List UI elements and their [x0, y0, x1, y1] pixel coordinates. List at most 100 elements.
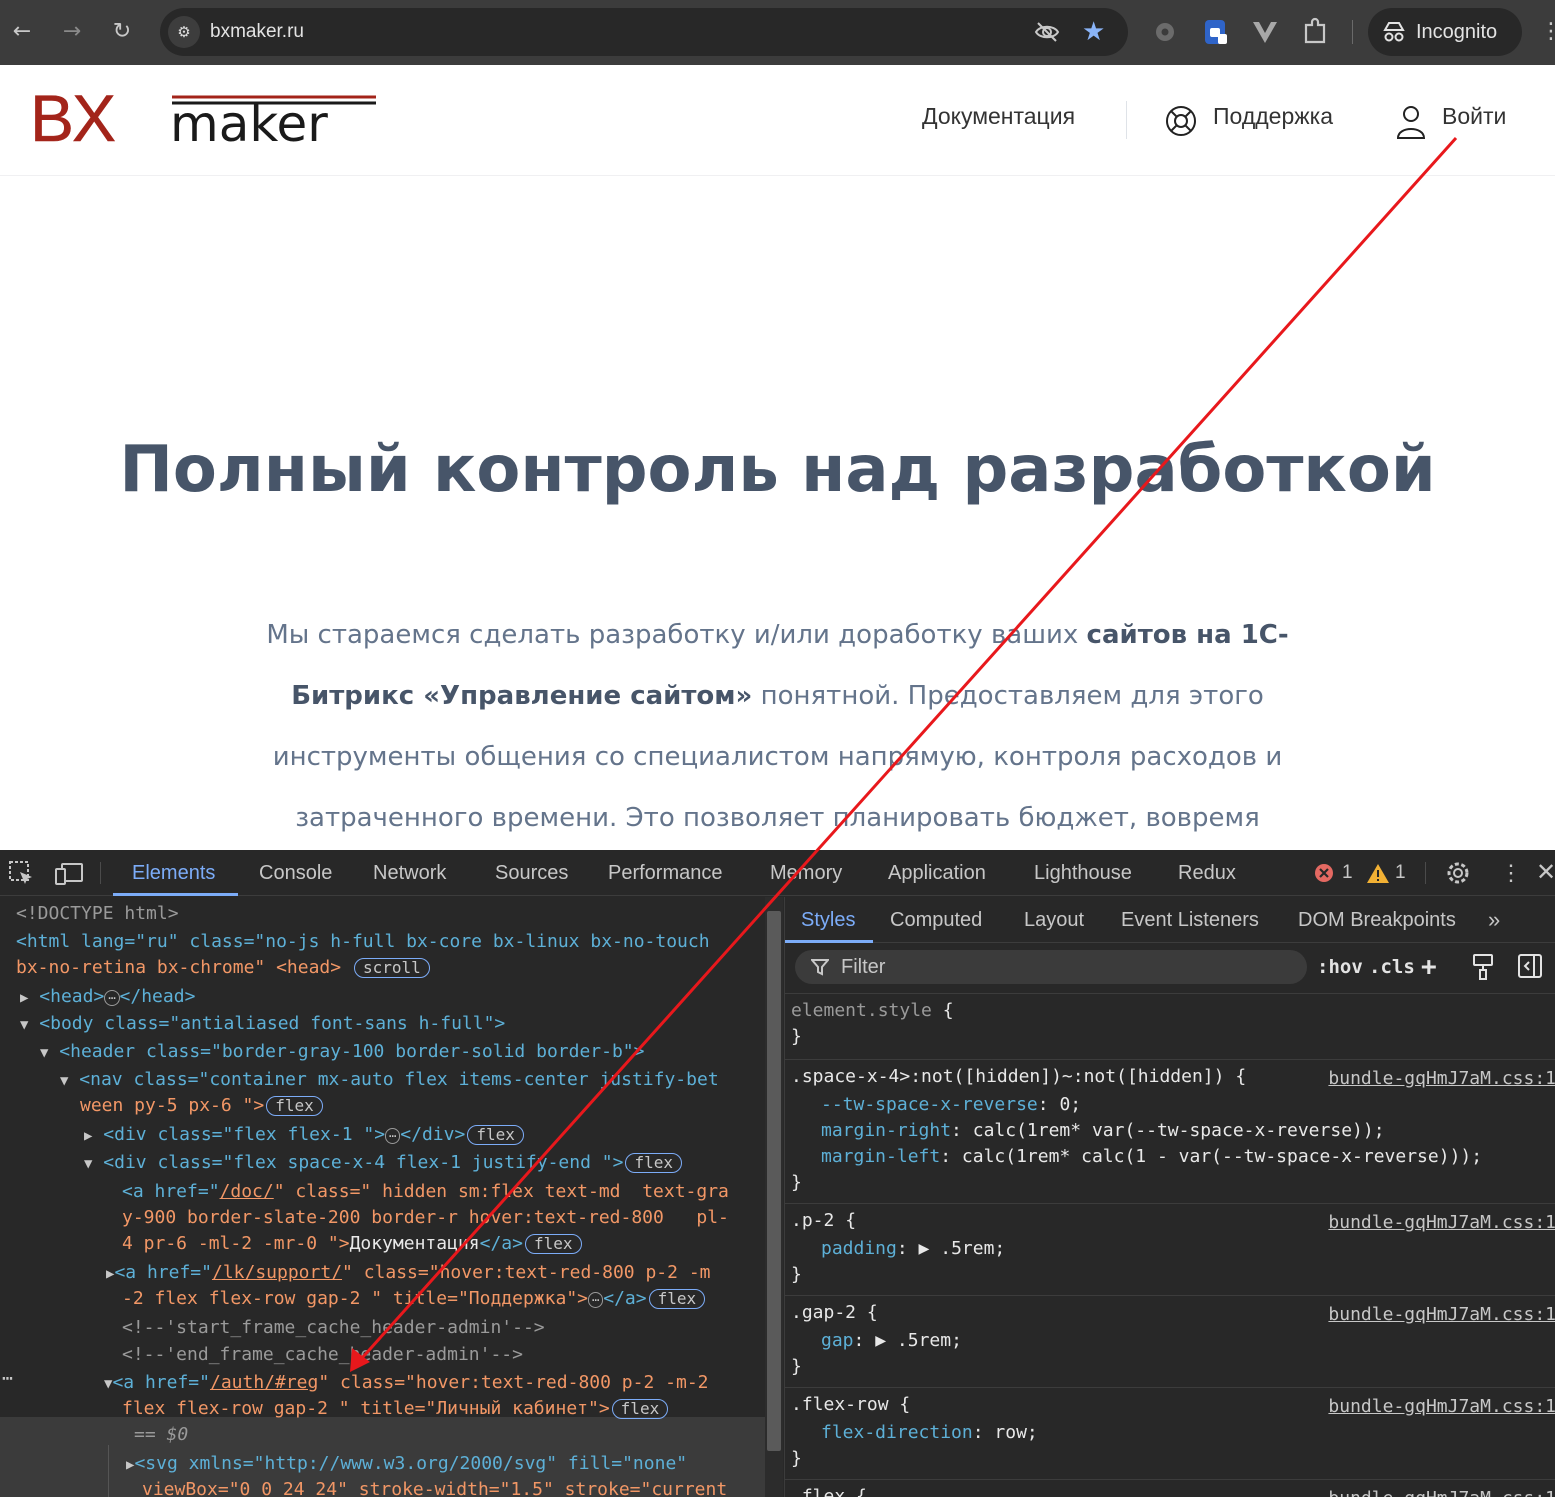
extension-vue-icon[interactable]: [1250, 16, 1280, 48]
tab-network[interactable]: Network: [373, 850, 446, 896]
toggle-sidebar-icon[interactable]: [1517, 953, 1543, 979]
tab-styles[interactable]: Styles: [801, 897, 855, 943]
cls-toggle[interactable]: .cls: [1369, 951, 1415, 983]
dom-svg-cont[interactable]: viewBox="0 0 24 24" stroke-width="1.5" s…: [142, 1477, 727, 1497]
styles-pane: Styles Computed Layout Event Listeners D…: [784, 897, 1555, 1497]
dom-a-doc-cont[interactable]: y-900 border-slate-200 border-r hover:te…: [122, 1205, 729, 1231]
address-bar[interactable]: ⚙ bxmaker.ru ★: [160, 8, 1128, 56]
dom-a-doc[interactable]: <a href="/doc/" class=" hidden sm:flex t…: [122, 1179, 729, 1205]
scroll-badge[interactable]: scroll: [353, 958, 430, 978]
rule-space-x-4[interactable]: .space-x-4>:not([hidden])~:not([hidden])…: [785, 1059, 1555, 1201]
dom-div-space[interactable]: ▼ <div class="flex space-x-4 flex-1 just…: [84, 1150, 682, 1177]
dom-div-flex1[interactable]: ▶ <div class="flex flex-1 "> ⋯ </div> flex: [84, 1122, 524, 1149]
reload-icon[interactable]: ↻: [106, 14, 138, 50]
rule-source-link[interactable]: bundle-gqHmJ7aM.css:1: [1328, 1066, 1555, 1092]
toolbar-separator: [1425, 862, 1426, 884]
bookmark-star-icon[interactable]: ★: [1082, 14, 1105, 50]
extension-gear-icon[interactable]: [1150, 16, 1180, 48]
tab-lighthouse[interactable]: Lighthouse: [1034, 850, 1132, 896]
dom-head[interactable]: ▶ <head> ⋯ </head>: [20, 984, 195, 1011]
incognito-badge[interactable]: Incognito: [1368, 8, 1522, 56]
warning-count[interactable]: 1: [1395, 850, 1406, 896]
rule-source-link[interactable]: bundle-gqHmJ7aM.css:1: [1328, 1486, 1555, 1497]
hero-text-part1: Мы стараемся сделать разработку и/или до…: [266, 620, 1087, 650]
extension-shield-icon[interactable]: [1200, 16, 1230, 48]
tab-layout[interactable]: Layout: [1024, 897, 1084, 943]
styles-filter-input[interactable]: Filter: [795, 950, 1307, 984]
dom-html[interactable]: <html lang="ru" class="no-js h-full bx-c…: [16, 929, 710, 955]
tab-elements[interactable]: Elements: [132, 850, 215, 896]
dom-header[interactable]: ▼ <header class="border-gray-100 border-…: [40, 1039, 644, 1066]
tab-application[interactable]: Application: [888, 850, 986, 896]
rule-flex[interactable]: .flex { bundle-gqHmJ7aM.css:1: [785, 1479, 1555, 1497]
tab-console[interactable]: Console: [259, 850, 332, 896]
dom-html-cont[interactable]: bx-no-retina bx-chrome" <head> scroll: [16, 955, 430, 981]
extensions-puzzle-icon[interactable]: [1300, 16, 1330, 48]
incognito-icon: [1383, 22, 1405, 42]
tab-event-listeners[interactable]: Event Listeners: [1121, 897, 1259, 943]
menu-dots-icon[interactable]: ⋮: [1540, 14, 1555, 50]
hov-toggle[interactable]: :hov: [1317, 951, 1363, 983]
rule-p-2[interactable]: .p-2 { bundle-gqHmJ7aM.css:1 padding: ▶ …: [785, 1203, 1555, 1293]
device-toolbar-icon[interactable]: [54, 858, 84, 888]
close-devtools-icon[interactable]: ✕: [1536, 850, 1555, 896]
tab-performance[interactable]: Performance: [608, 850, 723, 896]
dom-a-support-cont[interactable]: -2 flex flex-row gap-2 " title="Поддержк…: [122, 1286, 706, 1312]
toolbar-separator: [100, 862, 101, 884]
dom-a-auth[interactable]: ▼<a href="/auth/#reg" class="hover:text-…: [104, 1370, 709, 1397]
devtools-panel: Elements Console Network Sources Perform…: [0, 850, 1555, 1497]
site-info-icon[interactable]: ⚙: [168, 16, 200, 48]
web-page: BX maker Документация Поддержка Войти По…: [0, 65, 1555, 850]
nav-support-label: Поддержка: [1213, 103, 1333, 129]
styles-subtabs: Styles Computed Layout Event Listeners D…: [785, 897, 1555, 943]
incognito-label: Incognito: [1416, 21, 1498, 43]
inspect-element-icon[interactable]: [6, 858, 36, 888]
scrollbar-thumb[interactable]: [767, 911, 781, 1451]
devtools-menu-icon[interactable]: ⋮: [1500, 850, 1522, 896]
eye-off-icon[interactable]: [1034, 20, 1060, 44]
active-tab-indicator: [113, 893, 238, 896]
hero-paragraph: Мы стараемся сделать разработку и/или до…: [240, 605, 1315, 849]
dom-comment-start[interactable]: <!--'start_frame_cache_header-admin'-->: [122, 1315, 545, 1341]
node-actions-icon[interactable]: ⋯: [2, 1366, 13, 1392]
dom-selected-marker: == $0: [134, 1424, 189, 1445]
back-icon[interactable]: ←: [6, 14, 38, 50]
rule-source-link[interactable]: bundle-gqHmJ7aM.css:1: [1328, 1394, 1555, 1420]
styles-tab-indicator: [785, 940, 873, 943]
rule-gap-2[interactable]: .gap-2 { bundle-gqHmJ7aM.css:1 gap: ▶ .5…: [785, 1295, 1555, 1385]
tab-sources[interactable]: Sources: [495, 850, 568, 896]
forward-icon[interactable]: →: [56, 14, 88, 50]
dom-nav[interactable]: ▼ <nav class="container mx-auto flex ite…: [60, 1067, 719, 1094]
url-text[interactable]: bxmaker.ru: [210, 8, 304, 56]
paint-roller-icon[interactable]: [1471, 953, 1495, 981]
tab-redux[interactable]: Redux: [1178, 850, 1236, 896]
dom-doctype[interactable]: <!DOCTYPE html>: [16, 901, 179, 927]
elements-scrollbar[interactable]: [765, 897, 783, 1497]
lifebuoy-icon: [1166, 106, 1196, 136]
dom-a-support[interactable]: ▶<a href="/lk/support/" class="hover:tex…: [106, 1260, 711, 1287]
tab-dom-breakpoints[interactable]: DOM Breakpoints: [1298, 897, 1456, 943]
settings-gear-icon[interactable]: [1443, 858, 1473, 888]
tab-memory[interactable]: Memory: [770, 850, 842, 896]
nav-docs-link[interactable]: Документация: [922, 103, 1075, 130]
rule-flex-row[interactable]: .flex-row { bundle-gqHmJ7aM.css:1 flex-d…: [785, 1387, 1555, 1477]
rule-source-link[interactable]: bundle-gqHmJ7aM.css:1: [1328, 1302, 1555, 1328]
rule-element-style[interactable]: element.style { }: [785, 993, 1555, 1057]
dom-comment-end[interactable]: <!--'end_frame_cache_header-admin'-->: [122, 1342, 523, 1368]
warning-icon[interactable]: [1366, 862, 1390, 884]
more-tabs-icon[interactable]: »: [1488, 897, 1500, 943]
error-count[interactable]: 1: [1342, 850, 1353, 896]
tab-computed[interactable]: Computed: [890, 897, 982, 943]
rule-source-link[interactable]: bundle-gqHmJ7aM.css:1: [1328, 1210, 1555, 1236]
devtools-toolbar: Elements Console Network Sources Perform…: [0, 850, 1555, 896]
error-icon[interactable]: [1313, 862, 1335, 884]
browser-toolbar: ← → ↻ ⚙ bxmaker.ru ★ Incognito ⋮: [0, 0, 1555, 65]
dom-a-doc-cont2[interactable]: 4 pr-6 -ml-2 -mr-0 ">Документация</a> fle…: [122, 1231, 582, 1257]
dom-svg[interactable]: ▶<svg xmlns="http://www.w3.org/2000/svg"…: [126, 1451, 687, 1478]
dom-body[interactable]: ▼ <body class="antialiased font-sans h-f…: [20, 1011, 505, 1038]
new-rule-icon[interactable]: +: [1421, 951, 1437, 983]
logo-maker: maker: [170, 95, 328, 149]
dom-nav-cont[interactable]: ween py-5 px-6 "> flex: [80, 1093, 323, 1119]
dom-a-auth-cont[interactable]: flex flex-row gap-2 " title="Личный каби…: [122, 1396, 669, 1422]
bxmaker-logo[interactable]: BX maker: [30, 81, 378, 155]
